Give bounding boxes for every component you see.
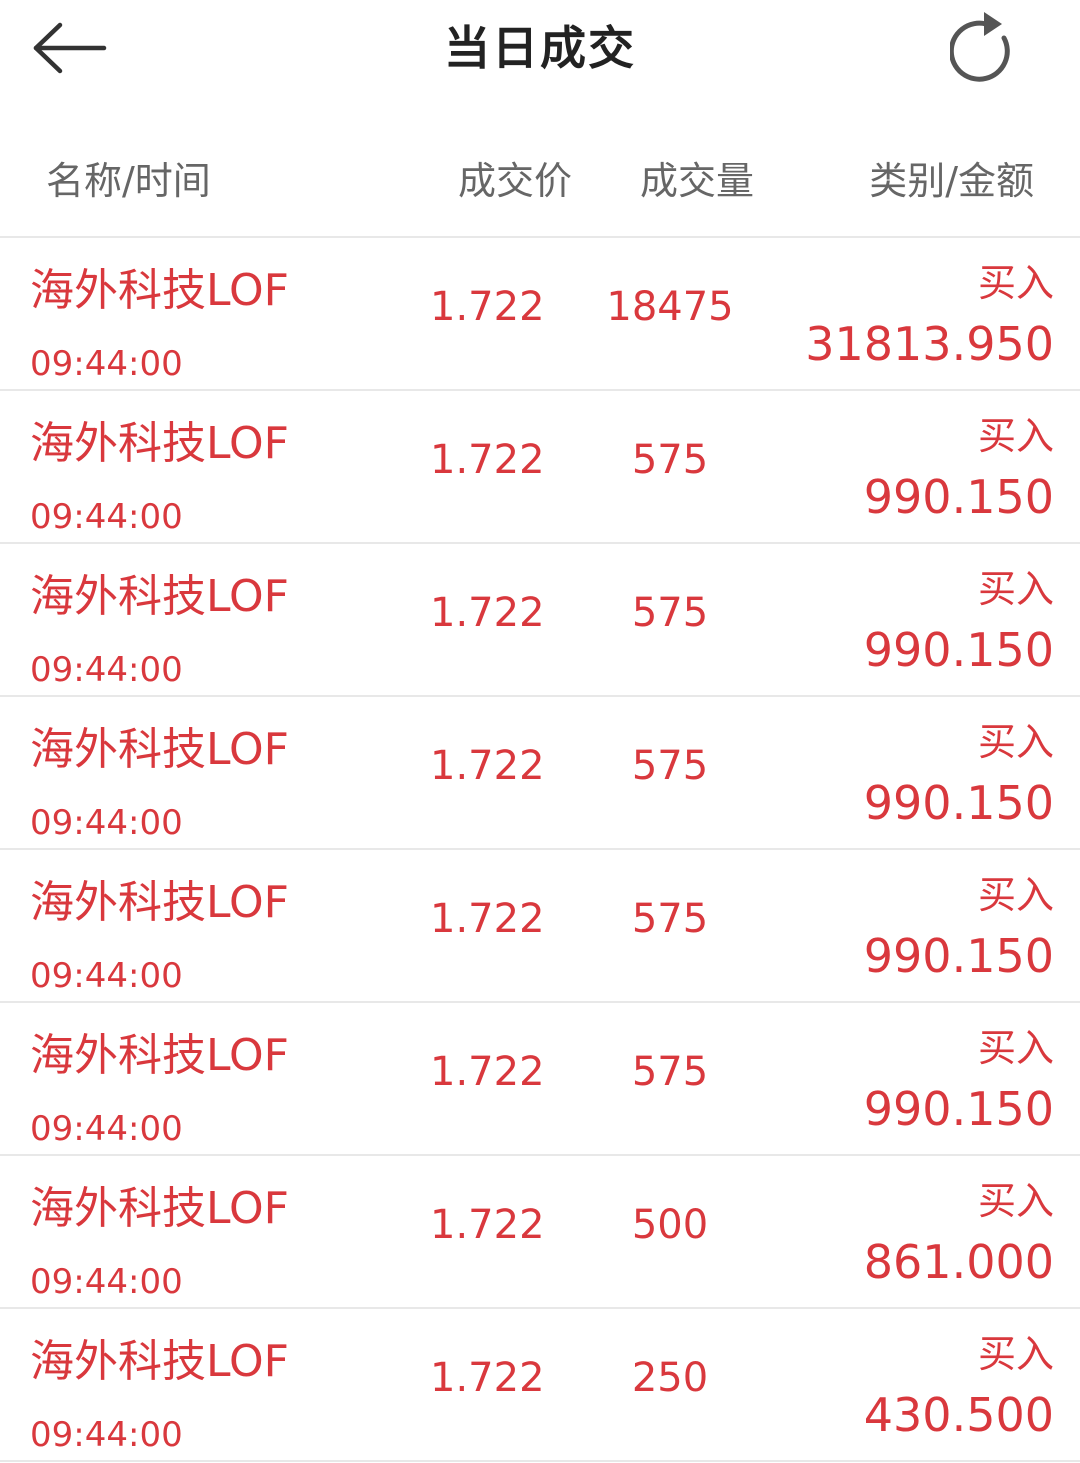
trade-name: 海外科技LOF — [30, 571, 289, 622]
trade-row[interactable]: 海外科技LOF 09:44:00 1.722 575 买入 990.150 — [0, 544, 1080, 697]
refresh-button[interactable] — [938, 6, 1034, 90]
trade-volume: 575 — [631, 590, 709, 636]
column-header-price: 成交价 — [458, 159, 573, 203]
trade-amount: 990.150 — [863, 929, 1054, 983]
trade-price: 1.722 — [430, 437, 545, 483]
trade-amount: 990.150 — [863, 623, 1054, 677]
trade-time: 09:44:00 — [30, 344, 183, 384]
trade-time: 09:44:00 — [30, 1262, 183, 1302]
trade-row[interactable]: 海外科技LOF 09:44:00 1.722 575 买入 990.150 — [0, 391, 1080, 544]
trade-time: 09:44:00 — [30, 1415, 183, 1455]
trade-name: 海外科技LOF — [30, 877, 289, 928]
trade-price: 1.722 — [430, 896, 545, 942]
trade-row[interactable]: 海外科技LOF 09:44:00 1.722 575 买入 990.150 — [0, 1003, 1080, 1156]
trade-name: 海外科技LOF — [30, 1030, 289, 1081]
page-title: 当日成交 — [444, 21, 636, 75]
trade-name: 海外科技LOF — [30, 724, 289, 775]
trade-volume: 18475 — [606, 284, 734, 330]
trade-name: 海外科技LOF — [30, 418, 289, 469]
trade-amount: 990.150 — [863, 1082, 1054, 1136]
trade-time: 09:44:00 — [30, 1109, 183, 1149]
trade-type: 买入 — [977, 1332, 1054, 1376]
trade-volume: 250 — [631, 1355, 709, 1401]
refresh-icon — [950, 12, 1010, 82]
trade-type: 买入 — [977, 261, 1054, 305]
column-header-name-time: 名称/时间 — [46, 159, 211, 203]
trade-type: 买入 — [977, 1026, 1054, 1070]
trade-type: 买入 — [977, 414, 1054, 458]
trade-time: 09:44:00 — [30, 803, 183, 843]
trade-row[interactable]: 海外科技LOF 09:44:00 1.722 575 买入 990.150 — [0, 697, 1080, 850]
trade-volume: 575 — [631, 896, 709, 942]
trade-amount: 31813.950 — [805, 317, 1054, 371]
trade-list: 海外科技LOF 09:44:00 1.722 18475 买入 31813.95… — [0, 238, 1080, 1462]
trade-amount: 430.500 — [863, 1388, 1054, 1442]
trade-row[interactable]: 海外科技LOF 09:44:00 1.722 250 买入 430.500 — [0, 1309, 1080, 1462]
trade-name: 海外科技LOF — [30, 1336, 289, 1387]
trade-type: 买入 — [977, 873, 1054, 917]
column-header-row: 名称/时间 成交价 成交量 类别/金额 — [0, 128, 1080, 218]
trade-time: 09:44:00 — [30, 650, 183, 690]
column-header-volume: 成交量 — [640, 159, 755, 203]
trade-volume: 500 — [631, 1202, 709, 1248]
trade-row[interactable]: 海外科技LOF 09:44:00 1.722 575 买入 990.150 — [0, 850, 1080, 1003]
trade-price: 1.722 — [430, 1355, 545, 1401]
trade-volume: 575 — [631, 437, 709, 483]
trade-amount: 861.000 — [863, 1235, 1054, 1289]
trade-type: 买入 — [977, 720, 1054, 764]
trade-price: 1.722 — [430, 743, 545, 789]
trade-price: 1.722 — [430, 590, 545, 636]
trade-type: 买入 — [977, 1179, 1054, 1223]
trade-type: 买入 — [977, 567, 1054, 611]
trade-price: 1.722 — [430, 284, 545, 330]
trade-volume: 575 — [631, 743, 709, 789]
trade-price: 1.722 — [430, 1049, 545, 1095]
trade-price: 1.722 — [430, 1202, 545, 1248]
trade-amount: 990.150 — [863, 470, 1054, 524]
trade-time: 09:44:00 — [30, 497, 183, 537]
trade-name: 海外科技LOF — [30, 265, 289, 316]
trade-volume: 575 — [631, 1049, 709, 1095]
trade-row[interactable]: 海外科技LOF 09:44:00 1.722 18475 买入 31813.95… — [0, 238, 1080, 391]
top-bar: 当日成交 — [0, 0, 1080, 100]
trade-time: 09:44:00 — [30, 956, 183, 996]
trade-amount: 990.150 — [863, 776, 1054, 830]
trade-row[interactable]: 海外科技LOF 09:44:00 1.722 500 买入 861.000 — [0, 1156, 1080, 1309]
trade-name: 海外科技LOF — [30, 1183, 289, 1234]
column-header-type-amount: 类别/金额 — [869, 159, 1034, 203]
